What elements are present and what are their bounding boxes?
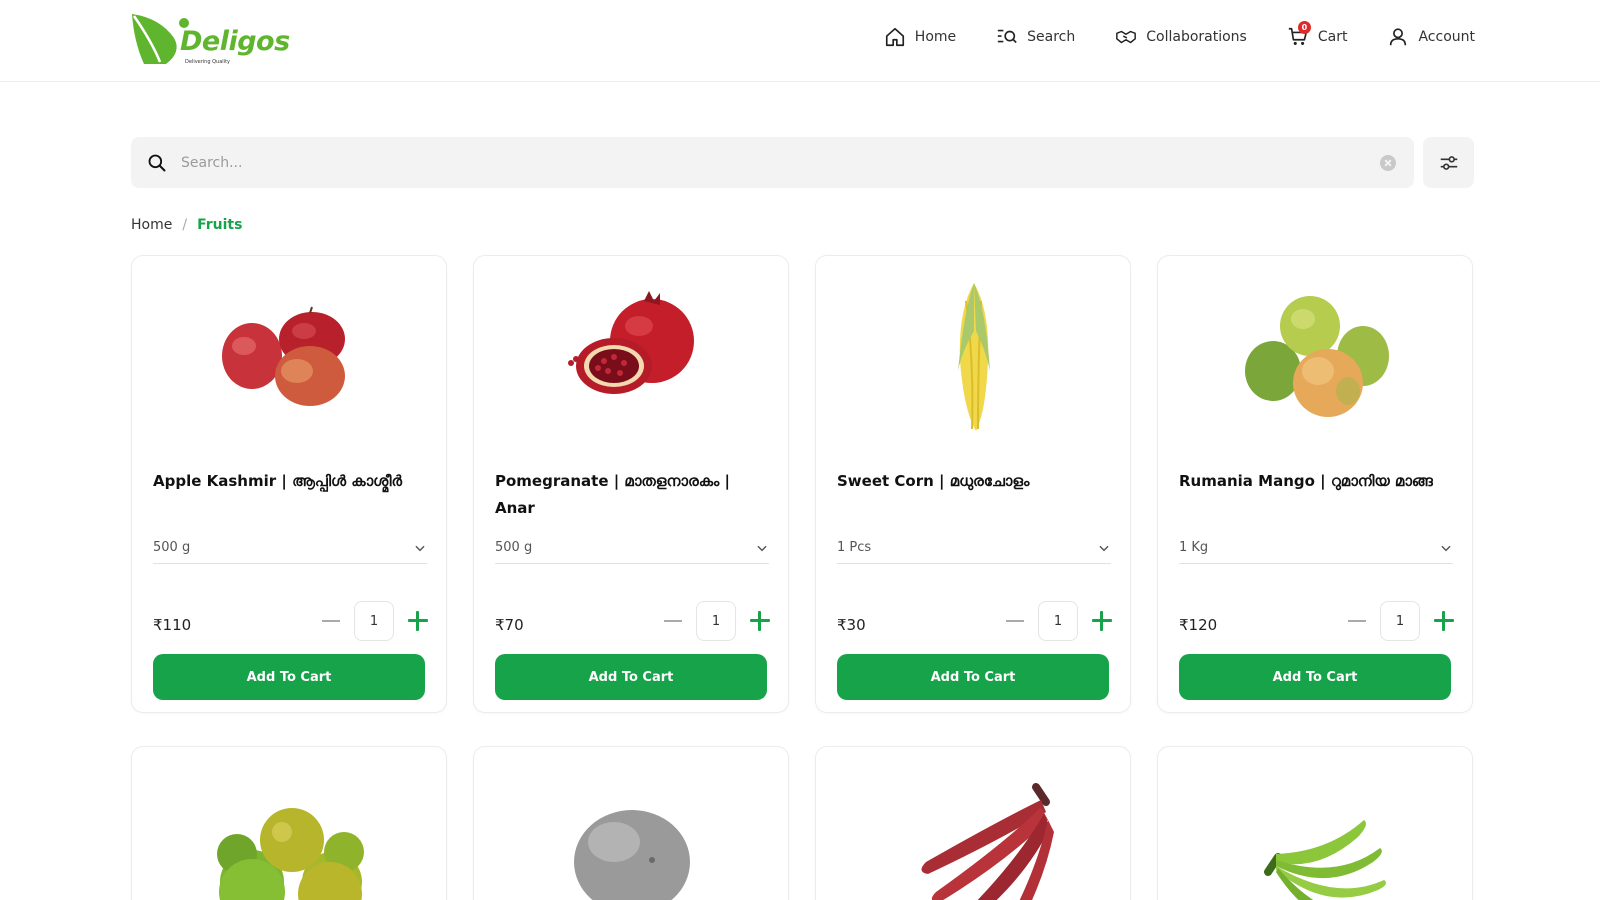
breadcrumb-current: Fruits (197, 217, 243, 233)
search-icon (148, 154, 166, 171)
product-card (815, 746, 1131, 900)
quantity-value[interactable]: 1 (1380, 601, 1420, 641)
variant-select[interactable]: 500 g (153, 532, 427, 564)
nav-home[interactable]: Home (884, 26, 956, 48)
sliders-icon (1440, 155, 1457, 170)
chevron-down-icon (757, 545, 767, 551)
filter-button[interactable] (1423, 137, 1474, 188)
product-price: ₹70 (495, 616, 524, 634)
product-grid: Apple Kashmir | ആപ്പിൾ കാശ്മീർ 500 g ₹11… (131, 255, 1474, 900)
product-card (131, 746, 447, 900)
clear-search-icon[interactable] (1380, 154, 1396, 171)
user-icon (1390, 28, 1407, 46)
product-card: Apple Kashmir | ആപ്പിൾ കാശ്മീർ 500 g ₹11… (131, 255, 447, 713)
breadcrumb-home[interactable]: Home (131, 217, 172, 233)
product-card: Rumania Mango | റുമാനിയ മാങ്ങ 1 Kg ₹120 … (1157, 255, 1473, 713)
increase-quantity-button[interactable] (750, 611, 770, 631)
quantity-stepper: 1 (664, 601, 770, 641)
quantity-value[interactable]: 1 (354, 601, 394, 641)
product-name[interactable]: Apple Kashmir | ആപ്പിൾ കാശ്മീർ (153, 468, 433, 495)
sweet-corn-image[interactable] (816, 271, 1132, 446)
coconut-image[interactable] (474, 762, 790, 900)
chevron-down-icon (1441, 545, 1451, 551)
variant-select[interactable]: 500 g (495, 532, 769, 564)
variant-value: 500 g (495, 540, 533, 555)
product-card (1157, 746, 1473, 900)
deligos-logo[interactable]: Deligos Delivering Quality (130, 12, 290, 70)
product-card: Pomegranate | മാതളനാരകം | Anar 500 g ₹70… (473, 255, 789, 713)
quantity-value[interactable]: 1 (696, 601, 736, 641)
nav-collaborations[interactable]: Collaborations (1115, 26, 1247, 48)
handshake-icon (1116, 30, 1137, 44)
red-banana-image[interactable] (816, 762, 1132, 900)
product-name[interactable]: Rumania Mango | റുമാനിയ മാങ്ങ (1179, 468, 1459, 495)
logo-wordmark: Deligos (180, 26, 290, 57)
add-to-cart-button[interactable]: Add To Cart (837, 654, 1109, 700)
apple-image[interactable] (132, 271, 448, 446)
quantity-stepper: 1 (1006, 601, 1112, 641)
decrease-quantity-button[interactable] (322, 620, 340, 622)
search-bar (131, 137, 1414, 188)
mango-image[interactable] (1158, 271, 1474, 446)
nav-home-label: Home (914, 29, 957, 45)
variant-select[interactable]: 1 Pcs (837, 532, 1111, 564)
main-nav: Home Search Collaborations 0 Cart Accoun… (884, 21, 1475, 48)
nav-collaborations-label: Collaborations (1146, 29, 1247, 45)
product-card: Sweet Corn | മധുരചോളം 1 Pcs ₹30 1 Add To… (815, 255, 1131, 713)
decrease-quantity-button[interactable] (664, 620, 682, 622)
decrease-quantity-button[interactable] (1006, 620, 1024, 622)
product-price: ₹30 (837, 616, 866, 634)
nav-account-label: Account (1418, 29, 1475, 45)
site-header: Deligos Delivering Quality Home Search C… (0, 0, 1600, 82)
cart-count-badge: 0 (1297, 21, 1311, 34)
increase-quantity-button[interactable] (408, 611, 428, 631)
variant-value: 500 g (153, 540, 191, 555)
variant-select[interactable]: 1 Kg (1179, 532, 1453, 564)
orange-image[interactable] (132, 762, 448, 900)
quantity-value[interactable]: 1 (1038, 601, 1078, 641)
product-card (473, 746, 789, 900)
increase-quantity-button[interactable] (1434, 611, 1454, 631)
product-name[interactable]: Sweet Corn | മധുരചോളം (837, 468, 1117, 495)
quantity-stepper: 1 (322, 601, 428, 641)
quantity-stepper: 1 (1348, 601, 1454, 641)
decrease-quantity-button[interactable] (1348, 620, 1366, 622)
nav-cart[interactable]: 0 Cart (1287, 21, 1348, 48)
variant-value: 1 Pcs (837, 540, 872, 555)
variant-value: 1 Kg (1179, 540, 1209, 555)
breadcrumb-separator: / (182, 217, 188, 233)
nav-account[interactable]: Account (1387, 26, 1475, 48)
green-banana-image[interactable] (1158, 762, 1474, 900)
add-to-cart-button[interactable]: Add To Cart (1179, 654, 1451, 700)
home-icon (885, 27, 904, 47)
search-list-icon (997, 29, 1017, 44)
chevron-down-icon (415, 545, 425, 551)
logo-tagline: Delivering Quality (185, 59, 230, 65)
increase-quantity-button[interactable] (1092, 611, 1112, 631)
nav-cart-label: Cart (1317, 29, 1348, 45)
nav-search-label: Search (1027, 29, 1076, 45)
product-name[interactable]: Pomegranate | മാതളനാരകം | Anar (495, 468, 775, 522)
chevron-down-icon (1099, 545, 1109, 551)
search-input[interactable] (181, 154, 1380, 171)
add-to-cart-button[interactable]: Add To Cart (153, 654, 425, 700)
breadcrumb: Home / Fruits (131, 217, 242, 233)
add-to-cart-button[interactable]: Add To Cart (495, 654, 767, 700)
pomegranate-image[interactable] (474, 271, 790, 446)
product-price: ₹120 (1179, 616, 1218, 634)
product-price: ₹110 (153, 616, 192, 634)
nav-search[interactable]: Search (996, 26, 1075, 48)
